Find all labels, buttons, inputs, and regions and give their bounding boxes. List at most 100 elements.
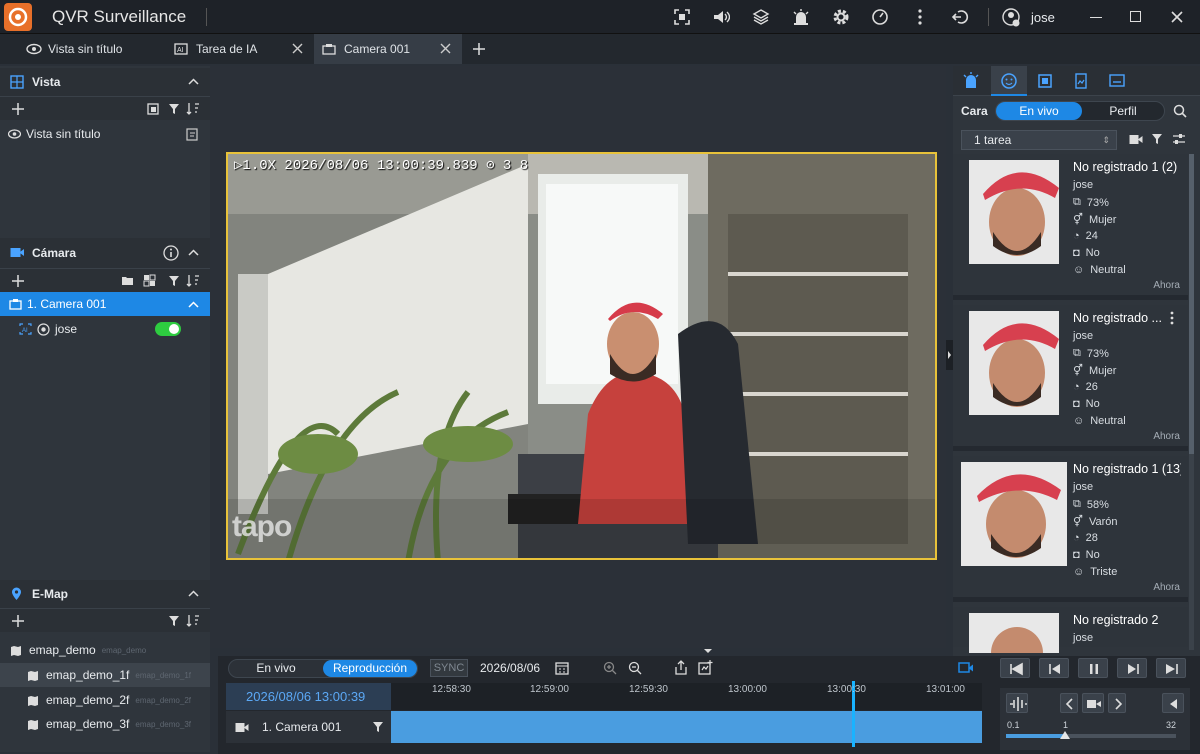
- maximize-icon[interactable]: [1130, 11, 1141, 22]
- filter-icon: [169, 104, 179, 114]
- camera-item-selected[interactable]: 1. Camera 001: [0, 292, 210, 316]
- right-panel: Cara En vivo Perfil 1 tarea ⇕ No registr…: [953, 66, 1200, 752]
- snapshot-add-icon[interactable]: [698, 660, 713, 675]
- right-collapse-handle[interactable]: [946, 340, 953, 370]
- similarity-icon: ⧉: [1073, 347, 1081, 359]
- tab-plate-icon[interactable]: [1099, 66, 1135, 96]
- tab-event-icon[interactable]: [953, 66, 989, 96]
- close-tab-icon[interactable]: [440, 43, 451, 54]
- sort-icon: [186, 103, 199, 115]
- user-avatar-icon[interactable]: [1002, 8, 1020, 27]
- prev-camera-button[interactable]: [1060, 693, 1078, 713]
- edit-view-icon: [186, 128, 198, 141]
- camera-section-header[interactable]: Cámara: [0, 238, 210, 268]
- speed-slider-thumb-icon: [1060, 731, 1070, 739]
- task-toggle[interactable]: [155, 322, 181, 336]
- camera-switch-button[interactable]: [1082, 693, 1104, 713]
- mode-live-button[interactable]: En vivo: [996, 102, 1082, 120]
- more-vertical-icon[interactable]: [911, 8, 929, 26]
- ai-task-item[interactable]: AI jose: [0, 317, 210, 341]
- tab-snapshot-icon[interactable]: [1063, 66, 1099, 96]
- add-tab-icon[interactable]: [473, 43, 485, 55]
- face-result-card[interactable]: No registrado ... jose ⧉ 73% ⚥ Mujer ◔ 26 ◘…: [953, 305, 1188, 451]
- emap-floor-item[interactable]: emap_demo_1f emap_demo_1f: [0, 663, 210, 687]
- age-value: 24: [1085, 230, 1098, 242]
- gender-value: Mujer: [1088, 213, 1117, 226]
- minimize-icon[interactable]: [1090, 17, 1102, 18]
- confidence-value: 58%: [1086, 498, 1109, 511]
- playback-date: 2026/08/06: [480, 661, 541, 675]
- close-tab-icon[interactable]: [292, 43, 303, 54]
- video-camera-icon[interactable]: [1129, 134, 1143, 145]
- tab-face-icon[interactable]: [991, 66, 1027, 96]
- sync-button[interactable]: SYNC: [430, 659, 468, 677]
- mask-value: No: [1085, 398, 1100, 410]
- settings-gear-icon[interactable]: [832, 8, 850, 26]
- video-camera-icon[interactable]: [958, 661, 974, 674]
- user-name[interactable]: jose: [1031, 10, 1055, 25]
- time-ruler[interactable]: [391, 683, 982, 710]
- scrollbar[interactable]: [1189, 154, 1194, 650]
- emotion-row: ☺ Triste: [1073, 566, 1117, 578]
- speed-slider[interactable]: [1006, 731, 1176, 739]
- pause-button[interactable]: [1078, 658, 1108, 678]
- age-row: ◔ 28: [1073, 532, 1098, 544]
- skip-end-button[interactable]: [1156, 658, 1186, 678]
- face-result-card[interactable]: No registrado 2 jose: [953, 607, 1188, 653]
- emap-root-item[interactable]: emap_demo emap_demo: [0, 638, 210, 662]
- emap-section-header[interactable]: E-Map: [0, 580, 210, 608]
- mode-live-button[interactable]: En vivo: [229, 660, 323, 677]
- gender-icon: ⚥: [1073, 516, 1083, 528]
- settings-sliders-icon[interactable]: [1172, 133, 1186, 146]
- mode-playback-button[interactable]: Reproducción: [323, 660, 417, 677]
- task-select[interactable]: 1 tarea ⇕: [961, 130, 1117, 150]
- mode-profile-button[interactable]: Perfil: [1082, 102, 1164, 120]
- reverse-play-button[interactable]: [1162, 693, 1184, 713]
- emap-floor-item[interactable]: emap_demo_2f emap_demo_2f: [0, 688, 210, 712]
- face-user: jose: [1073, 481, 1094, 493]
- dashboard-gauge-icon[interactable]: [871, 8, 889, 26]
- recording-bar[interactable]: [391, 711, 982, 743]
- tab-vista[interactable]: Vista sin título: [18, 34, 160, 64]
- emotion-icon: ☺: [1073, 566, 1085, 578]
- emap-toolbar: [0, 608, 210, 632]
- app-logo-icon: [4, 3, 32, 31]
- emap-floor-item[interactable]: emap_demo_3f emap_demo_3f: [0, 712, 210, 736]
- prev-frame-button[interactable]: [1039, 658, 1069, 678]
- calendar-icon[interactable]: [555, 661, 569, 675]
- age-value: 26: [1085, 381, 1098, 393]
- emotion-row: ☺ Neutral: [1073, 415, 1126, 427]
- close-icon[interactable]: [1170, 10, 1184, 24]
- emotion-value: Triste: [1090, 566, 1118, 578]
- skip-start-button[interactable]: [1000, 658, 1030, 678]
- filter-icon[interactable]: [1151, 133, 1163, 145]
- tab-object-icon[interactable]: [1027, 66, 1063, 96]
- emotion-icon: ☺: [1073, 415, 1085, 427]
- more-vertical-icon[interactable]: [1169, 311, 1175, 325]
- speed-slider-fill: [1006, 734, 1066, 738]
- search-icon[interactable]: [1173, 104, 1187, 118]
- face-user: jose: [1073, 330, 1094, 342]
- layers-icon[interactable]: [752, 8, 770, 26]
- camera-frame-image: [228, 154, 935, 558]
- camera-video-feed[interactable]: ▷1.0X 2026/08/06 13:00:39.839 ⊙ 3 8 tapo: [226, 152, 937, 560]
- left-panel: Vista Vista sin título Cámara 1. Camera …: [0, 66, 210, 752]
- next-camera-button[interactable]: [1108, 693, 1126, 713]
- logout-icon[interactable]: [951, 8, 969, 26]
- zoom-out-icon[interactable]: [628, 661, 642, 675]
- svg-text:AI: AI: [177, 47, 184, 54]
- gender-row: ⚥ Varón: [1073, 515, 1117, 529]
- vista-section-header[interactable]: Vista: [0, 68, 210, 96]
- next-frame-button[interactable]: [1117, 658, 1147, 678]
- timeline-collapse-icon[interactable]: [700, 647, 716, 655]
- face-result-card[interactable]: No registrado 1 (13) jose ⧉ 58% ⚥ Varón ◔ 2…: [953, 456, 1188, 602]
- volume-icon[interactable]: [712, 8, 730, 26]
- audio-wave-button[interactable]: [1006, 693, 1028, 713]
- export-icon[interactable]: [674, 660, 688, 675]
- tab-label: Vista sin título: [48, 42, 123, 56]
- fullscreen-icon[interactable]: [673, 8, 691, 26]
- alarm-icon[interactable]: [792, 8, 810, 26]
- zoom-in-icon[interactable]: [603, 661, 617, 675]
- vista-item[interactable]: Vista sin título: [0, 122, 210, 146]
- face-result-card[interactable]: No registrado 1 (2) jose ⧉ 73% ⚥ Mujer ◔ 24…: [953, 154, 1188, 300]
